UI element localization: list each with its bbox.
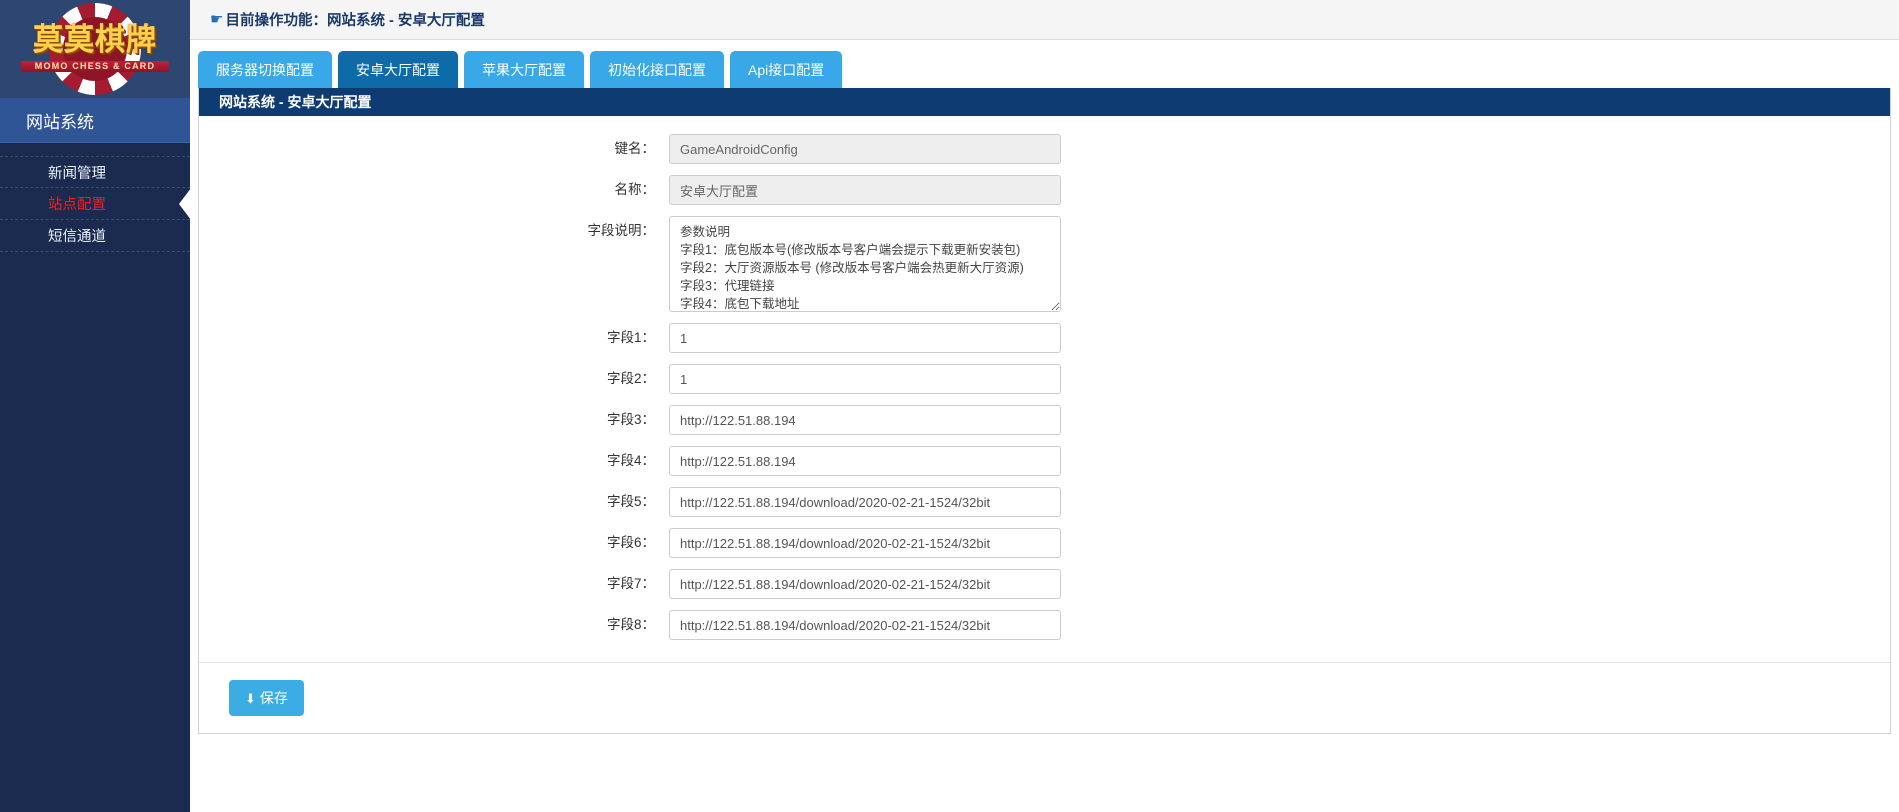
sidebar-item-sms-channel[interactable]: 短信通道 bbox=[0, 220, 190, 252]
tab-label: 安卓大厅配置 bbox=[356, 61, 440, 78]
field2-label: 字段2： bbox=[606, 371, 655, 386]
field-description-textarea[interactable]: 参数说明 字段1：底包版本号(修改版本号客户端会提示下载更新安装包) 字段2：大… bbox=[669, 216, 1061, 312]
name-input[interactable] bbox=[669, 175, 1061, 205]
key-name-input[interactable] bbox=[669, 134, 1061, 164]
key-name-label: 键名： bbox=[614, 141, 656, 156]
form-row-field1: 字段1： bbox=[199, 323, 1890, 353]
form-row-key-name: 键名： bbox=[199, 134, 1890, 164]
tab-api-config[interactable]: Api接口配置 bbox=[730, 51, 843, 88]
tab-ios-lobby-config[interactable]: 苹果大厅配置 bbox=[464, 51, 584, 88]
brand-logo-text: 莫莫棋牌 MOMO CHESS & CARD bbox=[20, 23, 170, 73]
tab-bar: 服务器切换配置 安卓大厅配置 苹果大厅配置 初始化接口配置 Api接口配置 bbox=[190, 40, 1899, 88]
breadcrumb: ☛ 目前操作功能：网站系统 - 安卓大厅配置 bbox=[190, 0, 1899, 40]
sidebar-nav: 新闻管理 站点配置 短信通道 bbox=[0, 156, 190, 252]
sidebar-item-news[interactable]: 新闻管理 bbox=[0, 156, 190, 188]
form-row-field7: 字段7： bbox=[199, 569, 1890, 599]
tab-init-api-config[interactable]: 初始化接口配置 bbox=[590, 51, 724, 88]
brand-name-cn: 莫莫棋牌 bbox=[33, 23, 157, 57]
sidebar-item-site-config[interactable]: 站点配置 bbox=[0, 187, 190, 220]
field3-label: 字段3： bbox=[606, 412, 655, 427]
panel-footer: ⬇ 保存 bbox=[199, 662, 1890, 733]
field8-input[interactable] bbox=[669, 610, 1061, 640]
save-button-label: 保存 bbox=[259, 690, 288, 706]
form-row-field6: 字段6： bbox=[199, 528, 1890, 558]
tab-label: 初始化接口配置 bbox=[608, 61, 706, 78]
form-row-field5: 字段5： bbox=[199, 487, 1890, 517]
tab-label: 服务器切换配置 bbox=[216, 61, 314, 78]
name-label: 名称： bbox=[614, 182, 656, 197]
tab-android-lobby-config[interactable]: 安卓大厅配置 bbox=[338, 51, 458, 88]
main-area: ☛ 目前操作功能：网站系统 - 安卓大厅配置 服务器切换配置 安卓大厅配置 苹果… bbox=[190, 0, 1899, 812]
tab-label: Api接口配置 bbox=[748, 61, 825, 78]
form-row-field3: 字段3： bbox=[199, 405, 1890, 435]
form-row-field8: 字段8： bbox=[199, 610, 1890, 640]
save-button[interactable]: ⬇ 保存 bbox=[229, 680, 304, 716]
field6-label: 字段6： bbox=[606, 535, 655, 550]
field4-label: 字段4： bbox=[606, 453, 655, 468]
field5-input[interactable] bbox=[669, 487, 1061, 517]
breadcrumb-text: 目前操作功能：网站系统 - 安卓大厅配置 bbox=[225, 13, 485, 29]
form-row-field4: 字段4： bbox=[199, 446, 1890, 476]
field1-label: 字段1： bbox=[606, 330, 655, 345]
sidebar-item-label: 站点配置 bbox=[48, 197, 106, 213]
field4-input[interactable] bbox=[669, 446, 1061, 476]
admin-page: 莫莫棋牌 MOMO CHESS & CARD 网站系统 新闻管理 站点配置 短信… bbox=[0, 0, 1899, 812]
config-panel: 网站系统 - 安卓大厅配置 键名： 名称： 字段说明： 参数说明 字段1：底包版… bbox=[198, 88, 1891, 734]
field5-label: 字段5： bbox=[606, 494, 655, 509]
sidebar-spacer bbox=[0, 143, 190, 156]
panel-title: 网站系统 - 安卓大厅配置 bbox=[199, 88, 1890, 116]
tab-label: 苹果大厅配置 bbox=[482, 61, 566, 78]
active-pointer-icon bbox=[179, 187, 190, 220]
form-row-name: 名称： bbox=[199, 175, 1890, 205]
pointing-hand-icon: ☛ bbox=[210, 11, 224, 28]
page-blank-area bbox=[190, 734, 1899, 812]
form-row-field-description: 字段说明： 参数说明 字段1：底包版本号(修改版本号客户端会提示下载更新安装包)… bbox=[199, 216, 1890, 312]
field7-label: 字段7： bbox=[606, 576, 655, 591]
brand-logo[interactable]: 莫莫棋牌 MOMO CHESS & CARD bbox=[0, 0, 190, 98]
sidebar: 莫莫棋牌 MOMO CHESS & CARD 网站系统 新闻管理 站点配置 短信… bbox=[0, 0, 190, 812]
config-form: 键名： 名称： 字段说明： 参数说明 字段1：底包版本号(修改版本号客户端会提示… bbox=[199, 116, 1890, 640]
tab-server-switch-config[interactable]: 服务器切换配置 bbox=[198, 51, 332, 88]
field2-input[interactable] bbox=[669, 364, 1061, 394]
download-icon: ⬇ bbox=[245, 690, 256, 706]
field6-input[interactable] bbox=[669, 528, 1061, 558]
field1-input[interactable] bbox=[669, 323, 1061, 353]
brand-name-en: MOMO CHESS & CARD bbox=[20, 60, 170, 72]
sidebar-item-label: 短信通道 bbox=[48, 229, 106, 245]
field3-input[interactable] bbox=[669, 405, 1061, 435]
field8-label: 字段8： bbox=[606, 617, 655, 632]
sidebar-item-label: 新闻管理 bbox=[48, 165, 106, 182]
sidebar-module-title[interactable]: 网站系统 bbox=[0, 98, 190, 143]
form-row-field2: 字段2： bbox=[199, 364, 1890, 394]
field7-input[interactable] bbox=[669, 569, 1061, 599]
field-description-label: 字段说明： bbox=[587, 223, 656, 238]
